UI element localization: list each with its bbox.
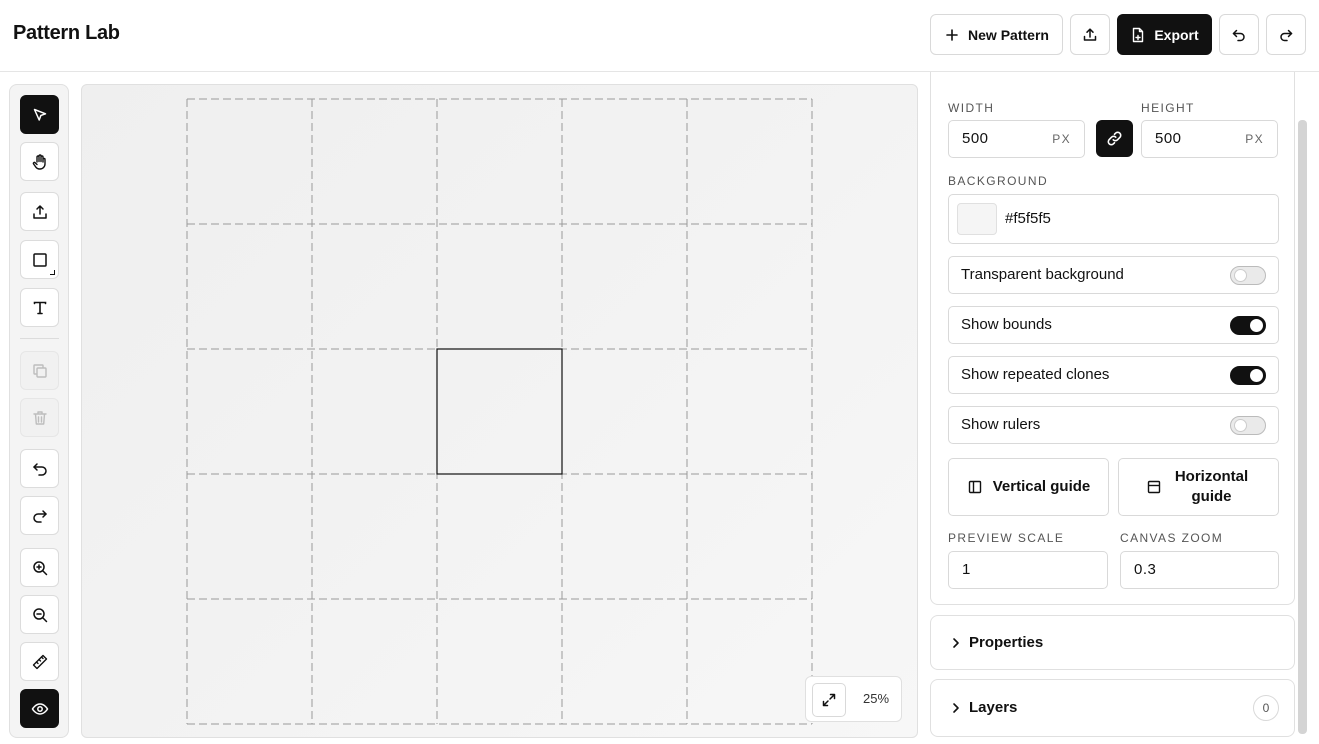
hand-icon [32,153,46,170]
repeat-grid [186,98,813,725]
preview-scale-input[interactable]: 1 [948,551,1108,589]
properties-title: Properties [969,634,1044,651]
redo-tool-button[interactable] [20,496,59,535]
fit-to-screen-button[interactable] [812,683,846,717]
preview-toggle-button[interactable] [20,689,59,728]
show-repeated-clones-label: Show repeated clones [961,366,1110,383]
plus-icon [946,28,958,41]
zoom-controls: 25% [805,676,902,722]
show-repeated-clones-toggle[interactable] [1230,366,1266,385]
panel-scrollbar[interactable] [1298,120,1307,734]
show-bounds-label: Show bounds [961,316,1052,333]
background-color-input[interactable]: #f5f5f5 [948,194,1279,244]
duplicate-button[interactable] [20,351,59,390]
width-input[interactable]: 500 PX [948,120,1085,158]
background-color-value: #f5f5f5 [1005,210,1051,227]
horizontal-guide-label: Horizontal guide [1174,468,1249,505]
link-icon [1107,131,1122,146]
zoom-out-icon [32,607,47,622]
background-color-swatch[interactable] [957,203,997,235]
height-input[interactable]: 500 PX [1141,120,1278,158]
width-value: 500 [962,130,989,147]
new-pattern-label: New Pattern [968,26,1049,43]
show-bounds-row[interactable]: Show bounds [948,306,1279,344]
text-tool-button[interactable] [20,288,59,327]
vertical-guide-icon [968,480,981,494]
zoom-out-button[interactable] [20,595,59,634]
undo-tool-button[interactable] [20,449,59,488]
preview-scale-value: 1 [962,561,971,578]
square-icon [32,252,47,267]
show-bounds-toggle[interactable] [1230,316,1266,335]
copy-icon [32,363,47,378]
canvas-zoom-label: CANVAS ZOOM [1120,531,1224,545]
top-header: Pattern Lab New Pattern Export [0,0,1319,72]
redo-icon [1280,29,1293,41]
horizontal-guide-icon [1147,480,1160,494]
width-unit: PX [1052,132,1071,146]
pattern-tile-bounds[interactable] [436,348,563,475]
pattern-canvas[interactable]: 25% [81,84,918,738]
vertical-guide-label: Vertical guide [992,478,1091,495]
file-export-icon [1133,27,1144,42]
width-label: WIDTH [948,101,995,115]
upload-icon [1083,27,1097,41]
transparent-background-toggle[interactable] [1230,266,1266,285]
export-button[interactable]: Export [1117,14,1212,55]
transparent-background-row[interactable]: Transparent background [948,256,1279,294]
height-value: 500 [1155,130,1182,147]
chevron-right-icon [953,637,959,648]
delete-button[interactable] [20,398,59,437]
vertical-guide-button[interactable]: Vertical guide [948,458,1109,516]
trash-icon [32,410,47,425]
redo-icon [32,509,47,523]
show-rulers-label: Show rulers [961,416,1041,433]
upload-tool-button[interactable] [20,192,59,231]
show-repeated-clones-row[interactable]: Show repeated clones [948,356,1279,394]
select-tool-button[interactable] [20,95,59,134]
tool-sidebar [9,84,69,738]
undo-button[interactable] [1219,14,1259,55]
pan-tool-button[interactable] [20,142,59,181]
canvas-zoom-input[interactable]: 0.3 [1120,551,1279,589]
ruler-tool-button[interactable] [20,642,59,681]
zoom-in-icon [32,560,47,575]
new-pattern-button[interactable]: New Pattern [930,14,1063,55]
canvas-zoom-value: 0.3 [1134,561,1157,578]
layers-section-header[interactable]: Layers 0 [930,679,1295,737]
upload-icon [32,204,47,219]
undo-icon [32,462,47,476]
zoom-in-button[interactable] [20,548,59,587]
layers-title: Layers [969,699,1018,716]
rectangle-tool-button[interactable] [20,240,59,279]
ruler-icon [32,654,47,669]
export-label: Export [1154,26,1199,43]
background-label: BACKGROUND [948,174,1049,188]
preview-scale-label: PREVIEW SCALE [948,531,1065,545]
layers-count-badge: 0 [1253,695,1279,721]
zoom-level-label: 25% [862,691,890,706]
height-unit: PX [1245,132,1264,146]
lock-aspect-ratio-button[interactable] [1096,120,1133,157]
horizontal-guide-button[interactable]: Horizontal guide [1118,458,1279,516]
height-label: HEIGHT [1141,101,1195,115]
properties-section-header[interactable]: Properties [930,615,1295,670]
undo-icon [1232,29,1245,41]
share-button[interactable] [1070,14,1110,55]
submenu-indicator-icon [50,270,55,275]
show-rulers-toggle[interactable] [1230,416,1266,435]
show-rulers-row[interactable]: Show rulers [948,406,1279,444]
toolbar-divider [20,338,59,339]
app-title: Pattern Lab [13,22,120,44]
transparent-background-label: Transparent background [961,266,1124,283]
redo-button[interactable] [1266,14,1306,55]
eye-icon [31,702,48,715]
text-icon [33,301,46,314]
canvas-settings-panel: WIDTH 500 PX HEIGHT 500 PX BACKGROUND #f… [930,72,1295,605]
expand-icon [822,693,836,707]
cursor-icon [33,108,46,121]
chevron-right-icon [953,703,959,713]
